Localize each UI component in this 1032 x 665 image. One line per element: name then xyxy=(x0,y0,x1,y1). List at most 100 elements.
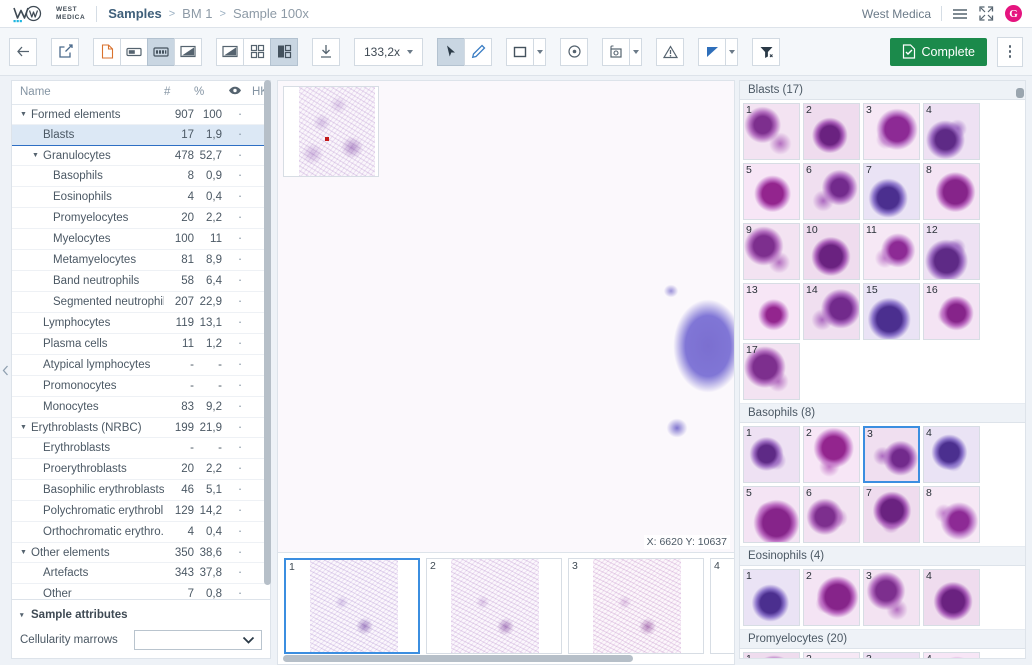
twisty-expanded-icon[interactable]: ▼ xyxy=(20,424,30,431)
cell-thumbnail[interactable]: 5 xyxy=(743,163,800,220)
visibility-toggle[interactable]: · xyxy=(228,145,252,166)
left-panel-collapse-button[interactable] xyxy=(0,76,11,665)
visibility-toggle[interactable]: · xyxy=(228,228,252,250)
twisty-expanded-icon[interactable]: ▼ xyxy=(20,111,30,118)
navigator-minimap[interactable] xyxy=(283,86,379,177)
cell-thumbnail[interactable]: 2 xyxy=(803,652,860,658)
filmstrip-item[interactable]: 1 xyxy=(284,558,420,654)
visibility-toggle[interactable]: · xyxy=(228,375,252,397)
column-header-visibility[interactable] xyxy=(228,81,252,105)
complete-button[interactable]: Complete xyxy=(889,37,987,66)
left-panel-scrollbar-thumb[interactable] xyxy=(264,80,271,585)
rectangle-tool-dropdown[interactable] xyxy=(533,37,547,66)
filmstrip-view-button[interactable] xyxy=(147,37,175,66)
target-tool-button[interactable] xyxy=(560,37,589,66)
triangle-fill-button[interactable] xyxy=(698,37,727,66)
table-row[interactable]: Other 7 0,8 · xyxy=(12,583,270,599)
table-row[interactable]: ▼ Other elements 350 38,6 · xyxy=(12,542,270,563)
visibility-toggle[interactable]: · xyxy=(228,562,252,584)
table-row[interactable]: Basophils 8 0,9 · xyxy=(12,165,270,187)
visibility-toggle[interactable]: · xyxy=(228,396,252,418)
visibility-toggle[interactable]: · xyxy=(228,437,252,459)
column-header-percent[interactable]: % xyxy=(194,81,228,105)
table-row[interactable]: Segmented neutrophils 207 22,9 · xyxy=(12,291,270,313)
visibility-toggle[interactable]: · xyxy=(228,521,252,543)
table-row[interactable]: ▼ Formed elements 907 100 · xyxy=(12,104,270,125)
grid-layout-button[interactable] xyxy=(243,37,271,66)
cell-thumbnail[interactable]: 3 xyxy=(863,652,920,658)
visibility-toggle[interactable]: · xyxy=(228,458,252,480)
back-button[interactable] xyxy=(9,37,37,66)
visibility-toggle[interactable]: · xyxy=(228,165,252,187)
cell-thumbnail[interactable]: 3 xyxy=(863,103,920,160)
table-row[interactable]: Monocytes 83 9,2 · xyxy=(12,396,270,418)
table-row[interactable]: Basophilic erythroblasts 46 5,1 · xyxy=(12,479,270,501)
column-header-count[interactable]: # xyxy=(164,81,194,105)
visibility-toggle[interactable]: · xyxy=(228,417,252,438)
gallery-group-header[interactable]: Promyelocytes (20) xyxy=(740,629,1025,649)
visibility-toggle[interactable]: · xyxy=(228,124,252,146)
warning-tool-button[interactable] xyxy=(656,37,685,66)
table-row[interactable]: Artefacts 343 37,8 · xyxy=(12,562,270,584)
cellularity-marrows-select[interactable] xyxy=(134,630,262,650)
single-view-button[interactable] xyxy=(120,37,148,66)
filmstrip-scrollbar[interactable] xyxy=(278,655,734,664)
cell-thumbnail[interactable]: 16 xyxy=(923,283,980,340)
cell-thumbnail[interactable]: 8 xyxy=(923,486,980,543)
cell-thumbnail[interactable]: 4 xyxy=(923,569,980,626)
table-row[interactable]: Orthochromatic erythro... 4 0,4 · xyxy=(12,521,270,543)
visibility-toggle[interactable]: · xyxy=(228,542,252,563)
capture-region-dropdown[interactable] xyxy=(629,37,643,66)
visibility-toggle[interactable]: · xyxy=(228,270,252,292)
triangle-fill-dropdown[interactable] xyxy=(725,37,739,66)
breadcrumb-item-samples[interactable]: Samples xyxy=(108,6,161,21)
document-view-button[interactable] xyxy=(93,37,121,66)
avatar[interactable]: G xyxy=(1005,5,1022,22)
cell-thumbnail[interactable]: 4 xyxy=(923,426,980,483)
visibility-toggle[interactable]: · xyxy=(228,479,252,501)
cell-count-table-scroll[interactable]: Name # % HK ▼ Formed elements 907 100 · … xyxy=(12,81,270,599)
cell-thumbnail[interactable]: 7 xyxy=(863,486,920,543)
table-row[interactable]: Promonocytes - - · xyxy=(12,375,270,397)
cell-thumbnail[interactable]: 3 xyxy=(863,426,920,483)
filmstrip-scrollbar-thumb[interactable] xyxy=(283,655,633,662)
visibility-toggle[interactable]: · xyxy=(228,354,252,376)
table-row[interactable]: Proerythroblasts 20 2,2 · xyxy=(12,458,270,480)
table-row[interactable]: ▼ Granulocytes 478 52,7 · xyxy=(12,145,270,166)
gallery-group-header[interactable]: Eosinophils (4) xyxy=(740,546,1025,566)
table-row[interactable]: Erythroblasts - - · xyxy=(12,437,270,459)
sample-attributes-header[interactable]: ▾ Sample attributes xyxy=(20,609,262,621)
gallery-group-header[interactable]: Basophils (8) xyxy=(740,403,1025,423)
rectangle-tool-button[interactable] xyxy=(506,37,535,66)
pointer-tool-button[interactable] xyxy=(437,37,466,66)
cell-thumbnail[interactable]: 13 xyxy=(743,283,800,340)
cell-thumbnail[interactable]: 17 xyxy=(743,343,800,400)
cell-thumbnail[interactable]: 4 xyxy=(923,652,980,658)
cell-thumbnail[interactable]: 5 xyxy=(743,486,800,543)
gallery-scrollbar[interactable] xyxy=(1016,84,1024,657)
contrast-view-button[interactable] xyxy=(174,37,202,66)
cell-thumbnail[interactable]: 4 xyxy=(923,103,980,160)
cell-thumbnail[interactable]: 1 xyxy=(743,103,800,160)
column-header-name[interactable]: Name xyxy=(12,81,164,105)
cell-thumbnail[interactable]: 6 xyxy=(803,486,860,543)
gallery-group-header[interactable]: Blasts (17) xyxy=(740,81,1025,100)
table-row[interactable]: Polychromatic erythrobl... 129 14,2 · xyxy=(12,500,270,522)
table-row[interactable]: ▼ Erythroblasts (NRBC) 199 21,9 · xyxy=(12,417,270,438)
visibility-toggle[interactable]: · xyxy=(228,312,252,334)
visibility-toggle[interactable]: · xyxy=(228,207,252,229)
cell-thumbnail[interactable]: 7 xyxy=(863,163,920,220)
visibility-toggle[interactable]: · xyxy=(228,500,252,522)
visibility-toggle[interactable]: · xyxy=(228,104,252,125)
open-external-button[interactable] xyxy=(51,37,79,66)
left-panel-scrollbar[interactable] xyxy=(264,80,271,659)
hamburger-menu-icon[interactable] xyxy=(952,8,968,20)
cell-thumbnail[interactable]: 1 xyxy=(743,652,800,658)
cell-thumbnail[interactable]: 11 xyxy=(863,223,920,280)
cell-thumbnail[interactable]: 8 xyxy=(923,163,980,220)
cell-thumbnail[interactable]: 14 xyxy=(803,283,860,340)
table-row[interactable]: Metamyelocytes 81 8,9 · xyxy=(12,249,270,271)
breadcrumb-item-bm1[interactable]: BM 1 xyxy=(182,6,212,21)
cell-thumbnail[interactable]: 3 xyxy=(863,569,920,626)
slide-viewer[interactable]: X: 6620 Y: 10637 xyxy=(277,80,735,553)
